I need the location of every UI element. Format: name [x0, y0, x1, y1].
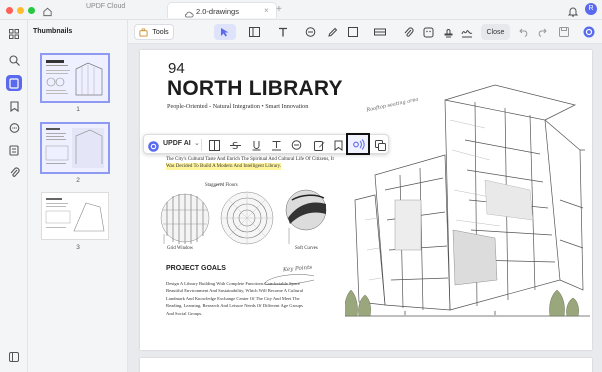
project-goals-text: Design A Library Building With Complete … [166, 280, 351, 317]
edit-note-icon[interactable] [313, 139, 325, 151]
goals-line-4: Reading, Learning, Research And Leisure … [166, 303, 303, 309]
select-tool-button[interactable] [214, 24, 236, 40]
bookmark-icon[interactable] [6, 98, 22, 114]
attachment-list-icon[interactable] [6, 142, 22, 158]
textbox-icon [248, 27, 260, 37]
goals-line-2: Beautiful Environment And Sustainability… [166, 288, 304, 294]
comment-icon[interactable] [6, 120, 22, 136]
page-subheading: People-Oriented - Natural Integration • … [167, 103, 309, 110]
body-paragraph: The City's Cultural Taste And Enrich The… [166, 156, 341, 171]
body-line-1: The City's Cultural Taste And Enrich The… [166, 157, 334, 162]
line-tool-button[interactable] [372, 24, 388, 40]
toolbox-icon [139, 28, 148, 37]
page-heading: NORTH LIBRARY [167, 77, 343, 100]
thumbnails-icon[interactable] [6, 75, 22, 91]
thumbnail-page-2-number: 2 [76, 177, 80, 184]
thumbnail-page-3-number: 3 [76, 244, 80, 251]
pencil-icon [327, 27, 337, 37]
floating-text-toolbar: UPDF AI ⌄ S [143, 133, 389, 155]
title-bar: UPDF Cloud 2.0-drawings × + R [0, 0, 602, 20]
project-goals-title: PROJECT GOALS [166, 265, 226, 272]
redo-icon [538, 28, 547, 37]
sticker-icon [423, 27, 433, 37]
thumbnail-page-1-number: 1 [76, 106, 80, 113]
goals-line-5: And Social Groups. [166, 310, 203, 316]
tab-updf-cloud[interactable]: UPDF Cloud [86, 3, 125, 10]
grid-window-label: Grid Window [167, 246, 194, 251]
tab-document-label: 2.0-drawings [196, 7, 239, 16]
text-tool-button[interactable] [275, 24, 291, 40]
attach-tool-button[interactable] [400, 24, 416, 40]
goals-line-3: Landmark And Knowledge Exchange Center O… [166, 295, 300, 301]
collapse-panel-icon[interactable] [6, 349, 22, 365]
save-icon [559, 27, 569, 37]
close-tab-icon[interactable]: × [264, 6, 269, 15]
goals-line-1: Design A Library Building With Complete … [166, 281, 300, 286]
paperclip-icon [404, 27, 413, 37]
undo-icon [519, 28, 528, 37]
user-avatar[interactable]: R [585, 3, 597, 15]
callout-tool-button[interactable] [302, 24, 318, 40]
grid-view-icon[interactable] [6, 26, 22, 42]
soft-curves-label: Soft Curves [295, 246, 318, 251]
paperclip-icon[interactable] [6, 164, 22, 180]
thumbnail-page-2[interactable] [40, 122, 110, 174]
underline-icon[interactable] [250, 139, 262, 151]
minimize-window-button[interactable] [17, 7, 24, 14]
body-line-2: Was Decided To Build A Modern And Intell… [166, 163, 282, 171]
text-t-icon [279, 27, 287, 37]
app-window: UPDF Cloud 2.0-drawings × + R Thumbnails… [0, 0, 602, 372]
updf-ai-button[interactable] [581, 24, 597, 40]
squiggly-text-icon[interactable] [270, 139, 282, 151]
tab-document[interactable]: 2.0-drawings × [167, 2, 277, 18]
thumbnail-page-3[interactable] [41, 192, 109, 240]
close-button[interactable]: Close [481, 24, 510, 40]
signature-tool-button[interactable] [459, 24, 475, 40]
stamp-tool-button[interactable] [440, 24, 456, 40]
pencil-tool-button[interactable] [324, 24, 340, 40]
ai-logo-icon [583, 26, 595, 38]
line-icon [374, 28, 386, 36]
cursor-icon [221, 28, 229, 37]
markup-toolbar: Tools Close [128, 20, 602, 44]
tools-button[interactable]: Tools [134, 24, 174, 40]
library-building-sketch [345, 84, 590, 317]
thumbnails-panel: Thumbnails 1 2 3 [28, 20, 128, 372]
bookmark-add-icon[interactable] [332, 139, 344, 151]
search-icon[interactable] [6, 52, 22, 68]
save-button[interactable] [555, 24, 573, 40]
divider [201, 139, 202, 151]
copy-as-box-icon[interactable] [208, 139, 220, 151]
tools-button-label: Tools [152, 28, 169, 36]
callout-icon [305, 26, 315, 37]
left-icon-rail [0, 20, 28, 372]
page-number-label: 94 [168, 60, 185, 77]
updf-ai-label[interactable]: UPDF AI [163, 140, 191, 147]
document-viewer[interactable]: 94 NORTH LIBRARY People-Oriented - Natur… [128, 44, 602, 372]
thumbnail-page-1[interactable] [40, 53, 110, 103]
copy-icon[interactable] [374, 139, 386, 151]
text-box-tool-button[interactable] [246, 24, 262, 40]
pdf-page: 94 NORTH LIBRARY People-Oriented - Natur… [140, 50, 592, 350]
zoom-window-button[interactable] [28, 7, 35, 14]
undo-button[interactable] [517, 24, 531, 40]
ai-logo-icon[interactable] [148, 139, 159, 152]
rectangle-icon [348, 27, 358, 37]
close-window-button[interactable] [6, 7, 13, 14]
shape-tool-button[interactable] [345, 24, 361, 40]
comment-bubble-icon[interactable] [290, 139, 302, 151]
chevron-down-icon[interactable]: ⌄ [194, 139, 200, 147]
redo-button[interactable] [535, 24, 549, 40]
signature-icon [461, 29, 473, 37]
speaker-icon [353, 139, 365, 150]
stamp-icon [444, 28, 452, 37]
pdf-page-next [140, 358, 592, 372]
read-aloud-button[interactable] [346, 133, 370, 155]
new-tab-icon[interactable]: + [276, 4, 282, 15]
sticker-tool-button[interactable] [420, 24, 436, 40]
thumbnails-title: Thumbnails [33, 28, 73, 35]
strikethrough-icon[interactable]: S [229, 139, 241, 151]
